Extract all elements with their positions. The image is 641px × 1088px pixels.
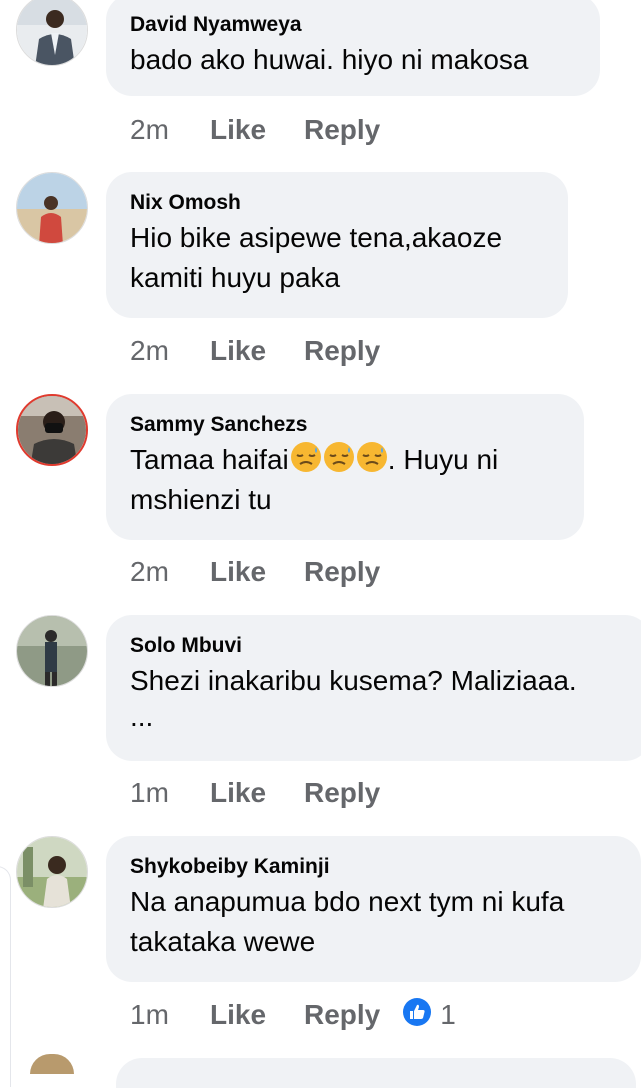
comment-author[interactable]: Nix Omosh [130,190,544,216]
reaction-summary[interactable]: 1 [402,997,456,1034]
avatar-shykobeiby-kaminji[interactable] [16,836,88,908]
reply-button[interactable]: Reply [304,114,380,146]
comment-time[interactable]: 2m [130,114,210,146]
comment-bubble: Solo Mbuvi Shezi inakaribu kusema? Maliz… [106,615,641,761]
comment-actions: 2m Like Reply [130,110,380,150]
side-panel-edge [0,866,11,1087]
comment-bubble: Nix Omosh Hio bike asipewe tena,akaoze k… [106,172,568,318]
comment-actions: 1m Like Reply 1 [130,995,456,1035]
reply-button[interactable]: Reply [304,777,380,809]
comment-author[interactable]: David Nyamweya [130,12,576,38]
avatar-solo-mbuvi[interactable] [16,615,88,687]
avatar-david-nyamweya[interactable] [16,0,88,66]
like-button[interactable]: Like [210,777,304,809]
comment-text-part: Tamaa haifai [130,444,289,475]
like-button[interactable]: Like [210,335,304,367]
comment-text: Hio bike asipewe tena,akaoze kamiti huyu… [130,222,503,293]
comment-author[interactable]: Shykobeiby Kaminji [130,854,617,880]
reaction-count: 1 [440,999,456,1030]
comment-actions: 2m Like Reply [130,552,380,592]
comment-bubble: David Nyamweya bado ako huwai. hiyo ni m… [106,0,600,96]
avatar-next-comment[interactable] [30,1054,74,1074]
comment-time[interactable]: 2m [130,335,210,367]
avatar-sammy-sanchezs[interactable] [16,394,88,466]
comment-text: Shezi inakaribu kusema? Maliziaaa. [130,665,577,696]
comment-author[interactable]: Sammy Sanchezs [130,412,560,438]
see-more-ellipsis[interactable]: ... [130,701,627,733]
like-button[interactable]: Like [210,999,304,1031]
comment-author[interactable]: Solo Mbuvi [130,633,627,659]
reply-button[interactable]: Reply [304,556,380,588]
comment-bubble: Shykobeiby Kaminji Na anapumua bdo next … [106,836,641,982]
avatar-nix-omosh[interactable] [16,172,88,244]
downcast-face-with-sweat-icon [356,441,388,473]
like-button[interactable]: Like [210,114,304,146]
comment-actions: 2m Like Reply [130,331,380,371]
comment-time[interactable]: 1m [130,777,210,809]
downcast-face-with-sweat-icon [290,441,322,473]
like-button[interactable]: Like [210,556,304,588]
downcast-face-with-sweat-icon [323,441,355,473]
like-thumb-icon [402,997,432,1034]
reply-button[interactable]: Reply [304,999,380,1031]
comment-time[interactable]: 2m [130,556,210,588]
reply-button[interactable]: Reply [304,335,380,367]
comment-actions: 1m Like Reply [130,773,380,813]
comment-time[interactable]: 1m [130,999,210,1031]
comment-text: bado ako huwai. hiyo ni makosa [130,44,529,75]
comment-bubble: Sammy Sanchezs Tamaa haifai. Huyu ni msh… [106,394,584,540]
comment-text: Tamaa haifai. Huyu ni mshienzi tu [130,440,560,520]
comment-bubble-next [116,1058,636,1088]
comment-text: Na anapumua bdo next tym ni kufa takatak… [130,886,565,957]
